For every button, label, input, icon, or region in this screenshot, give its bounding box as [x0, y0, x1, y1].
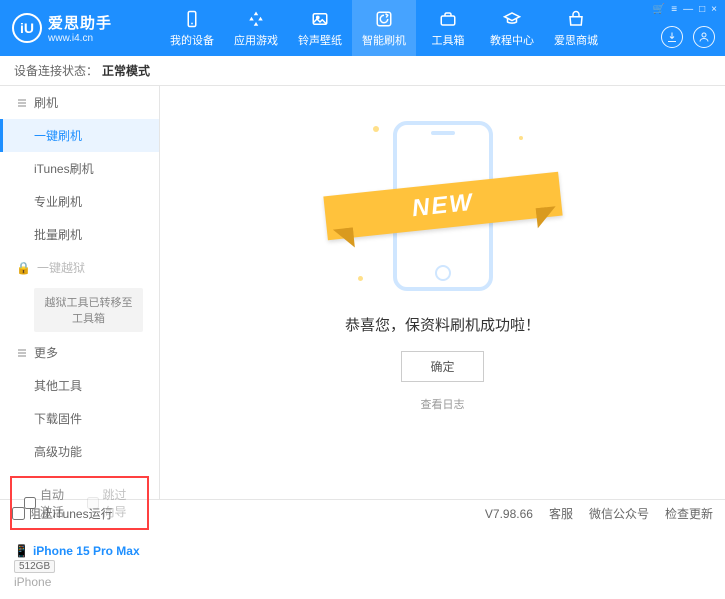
nav-label: 铃声壁纸: [298, 32, 342, 48]
nav-tutorials[interactable]: 教程中心: [480, 0, 544, 56]
refresh-icon: [374, 9, 394, 29]
support-link[interactable]: 客服: [549, 505, 573, 522]
image-icon: [310, 9, 330, 29]
nav-my-device[interactable]: 我的设备: [160, 0, 224, 56]
download-icon[interactable]: [661, 26, 683, 48]
lock-icon: 🔒: [16, 261, 31, 275]
status-value: 正常模式: [102, 62, 150, 79]
sidebar-jailbreak-note[interactable]: 越狱工具已转移至工具箱: [34, 288, 143, 332]
sidebar-item-itunes[interactable]: iTunes刷机: [0, 152, 159, 185]
success-message: 恭喜您，保资料刷机成功啦！: [345, 314, 540, 335]
nav-label: 工具箱: [432, 32, 465, 48]
sidebar-group-jailbreak: 🔒 一键越狱: [0, 251, 159, 284]
version-label: V7.98.66: [485, 507, 533, 521]
nav-ringtones[interactable]: 铃声壁纸: [288, 0, 352, 56]
apps-icon: [246, 9, 266, 29]
logo-icon: iU: [12, 13, 42, 43]
sidebar-group-flash[interactable]: 刷机: [0, 86, 159, 119]
logo-area: iU 爱思助手 www.i4.cn: [0, 12, 160, 44]
update-link[interactable]: 检查更新: [665, 505, 713, 522]
sidebar-item-pro[interactable]: 专业刷机: [0, 185, 159, 218]
list-icon: [16, 97, 28, 109]
sidebar-item-onekey[interactable]: 一键刷机: [0, 119, 159, 152]
view-log-link[interactable]: 查看日志: [421, 396, 465, 412]
sidebar-item-advanced[interactable]: 高级功能: [0, 435, 159, 468]
sidebar-item-firmware[interactable]: 下载固件: [0, 402, 159, 435]
list-icon: [16, 347, 28, 359]
ok-button[interactable]: 确定: [401, 351, 483, 382]
nav-toolbox[interactable]: 工具箱: [416, 0, 480, 56]
menu-icon[interactable]: ≡: [671, 4, 677, 15]
minimize-icon[interactable]: —: [683, 4, 693, 15]
graduation-icon: [502, 9, 522, 29]
nav-label: 智能刷机: [362, 32, 406, 48]
nav-smart-flash[interactable]: 智能刷机: [352, 0, 416, 56]
device-phone-icon: 📱: [14, 544, 29, 558]
nav-label: 教程中心: [490, 32, 534, 48]
nav-apps[interactable]: 应用游戏: [224, 0, 288, 56]
cart-icon[interactable]: 🛒: [653, 4, 665, 15]
sidebar-item-other[interactable]: 其他工具: [0, 369, 159, 402]
success-illustration: NEW: [343, 116, 543, 296]
sidebar-item-batch[interactable]: 批量刷机: [0, 218, 159, 251]
store-icon: [566, 9, 586, 29]
close-icon[interactable]: ×: [711, 4, 717, 15]
user-icon[interactable]: [693, 26, 715, 48]
device-type: iPhone: [14, 575, 145, 589]
nav-label: 应用游戏: [234, 32, 278, 48]
device-info: 📱 iPhone 15 Pro Max 512GB iPhone: [0, 538, 159, 599]
sidebar-group-more[interactable]: 更多: [0, 336, 159, 369]
toolbox-icon: [438, 9, 458, 29]
nav-label: 我的设备: [170, 32, 214, 48]
wechat-link[interactable]: 微信公众号: [589, 505, 649, 522]
maximize-icon[interactable]: □: [699, 4, 705, 15]
app-title: 爱思助手: [48, 12, 112, 33]
nav-store[interactable]: 爱思商城: [544, 0, 608, 56]
skip-guide-checkbox[interactable]: 跳过向导: [87, 486, 136, 520]
status-label: 设备连接状态：: [14, 62, 98, 79]
nav-label: 爱思商城: [554, 32, 598, 48]
phone-icon: [182, 9, 202, 29]
device-storage: 512GB: [14, 560, 55, 573]
app-subtitle: www.i4.cn: [48, 33, 112, 44]
device-name: iPhone 15 Pro Max: [33, 544, 140, 558]
